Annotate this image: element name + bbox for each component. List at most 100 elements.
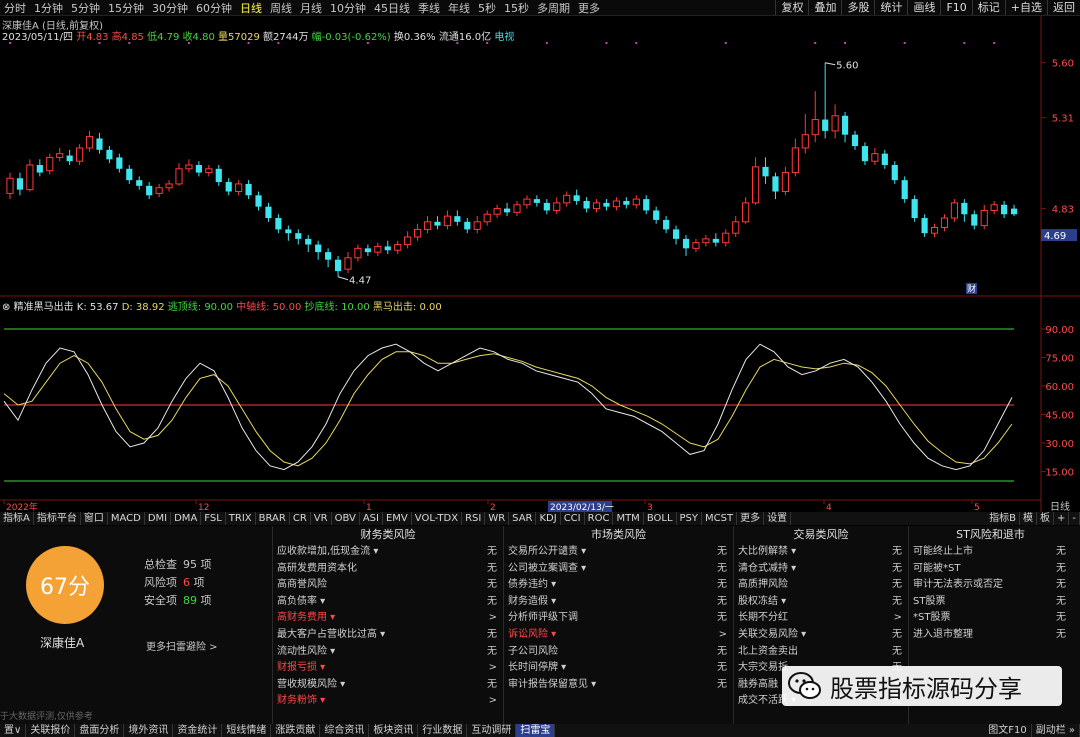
indicator-tab-17[interactable]: SAR	[509, 512, 537, 525]
risk-row[interactable]: 审计无法表示或否定 无	[909, 577, 1072, 594]
bottom-tab-5[interactable]: 短线情绪	[222, 724, 272, 737]
indicator-tab-5[interactable]: DMA	[171, 512, 202, 525]
risk-row[interactable]: 诉讼风险 ▾ >	[504, 627, 733, 644]
risk-row[interactable]: 股权冻结 ▾ 无	[734, 594, 908, 611]
risk-row[interactable]: 营收规模风险 ▾ 无	[273, 677, 503, 694]
bottom-tab-7[interactable]: 综合资讯	[320, 724, 370, 737]
indicator-tool-0[interactable]: 指标B	[986, 512, 1020, 525]
indicator-tab-4[interactable]: DMI	[145, 512, 172, 525]
bottom-tab-10[interactable]: 互动调研	[467, 724, 517, 737]
bottom-tool-0[interactable]: 图文F10	[984, 724, 1032, 737]
risk-row[interactable]: 最大客户占营收比过高 ▾ 无	[273, 627, 503, 644]
chart-tool-1[interactable]: 叠加	[808, 0, 841, 15]
indicator-name[interactable]: 精准黑马出击	[14, 302, 74, 313]
risk-row[interactable]: 可能终止上市 无	[909, 544, 1072, 561]
risk-row[interactable]: 高商誉风险 无	[273, 577, 503, 594]
indicator-tab-7[interactable]: TRIX	[226, 512, 256, 525]
indicator-tab-21[interactable]: MTM	[613, 512, 644, 525]
bottom-tab-9[interactable]: 行业数据	[418, 724, 468, 737]
indicator-tab-25[interactable]: 更多	[737, 512, 765, 525]
period-tab-15[interactable]: 多周期	[533, 0, 574, 15]
bottom-tab-4[interactable]: 资金统计	[173, 724, 223, 737]
risk-row[interactable]: 进入退市整理 无	[909, 627, 1072, 644]
indicator-tab-9[interactable]: CR	[290, 512, 311, 525]
risk-row[interactable]: 财报亏损 ▾ >	[273, 660, 503, 677]
bottom-tool-1[interactable]: 副动栏 »	[1032, 724, 1080, 737]
risk-row[interactable]: 高负债率 ▾ 无	[273, 594, 503, 611]
period-tab-8[interactable]: 月线	[296, 0, 326, 15]
indicator-tool-1[interactable]: 模	[1020, 512, 1037, 525]
risk-row[interactable]: 流动性风险 ▾ 无	[273, 644, 503, 661]
bottom-tab-3[interactable]: 境外资讯	[124, 724, 174, 737]
chart-tool-7[interactable]: +自选	[1004, 0, 1047, 15]
risk-row[interactable]: 分析师评级下调 无	[504, 610, 733, 627]
bottom-tab-1[interactable]: 关联报价	[26, 724, 76, 737]
risk-row[interactable]: 交易所公开谴责 ▾ 无	[504, 544, 733, 561]
period-tab-16[interactable]: 更多	[574, 0, 604, 15]
indicator-tool-3[interactable]: +	[1054, 512, 1070, 525]
period-tab-14[interactable]: 15秒	[500, 0, 533, 15]
chart-tool-8[interactable]: 返回	[1047, 0, 1080, 15]
period-tab-6[interactable]: 日线	[236, 0, 266, 15]
risk-row[interactable]: 清仓式减持 ▾ 无	[734, 561, 908, 578]
bottom-tab-11[interactable]: 扫雷宝	[516, 724, 556, 737]
indicator-tab-15[interactable]: RSI	[462, 512, 486, 525]
period-tab-5[interactable]: 60分钟	[192, 0, 236, 15]
bottom-tab-2[interactable]: 盘面分析	[75, 724, 125, 737]
risk-row[interactable]: 长期不分红 >	[734, 610, 908, 627]
indicator-tab-6[interactable]: FSL	[201, 512, 226, 525]
indicator-tool-4[interactable]: -	[1069, 512, 1080, 525]
risk-row[interactable]: 北上资金卖出 无	[734, 644, 908, 661]
period-tab-0[interactable]: 分时	[0, 0, 30, 15]
indicator-tab-24[interactable]: MCST	[702, 512, 738, 525]
risk-row[interactable]: 应收款增加,低现金流 ▾ 无	[273, 544, 503, 561]
indicator-tab-20[interactable]: ROC	[585, 512, 614, 525]
risk-row[interactable]: 财务粉饰 ▾ >	[273, 693, 503, 710]
period-tab-3[interactable]: 15分钟	[104, 0, 148, 15]
indicator-tab-26[interactable]: 设置	[764, 512, 792, 525]
indicator-tab-13[interactable]: EMV	[383, 512, 412, 525]
more-risk-link[interactable]: 更多扫雷避险 >	[146, 638, 218, 653]
period-tab-4[interactable]: 30分钟	[148, 0, 192, 15]
indicator-tab-2[interactable]: 窗口	[81, 512, 108, 525]
risk-row[interactable]: 高研发费用资本化 无	[273, 561, 503, 578]
risk-row[interactable]: 财务造假 ▾ 无	[504, 594, 733, 611]
indicator-tab-12[interactable]: ASI	[360, 512, 383, 525]
period-tab-10[interactable]: 45日线	[370, 0, 414, 15]
chart-area[interactable]: 5.60 5.31 4.83 4.69 5.60 4.47 财 90.00 75.00 60.00…	[0, 0, 1080, 512]
period-tab-9[interactable]: 10分钟	[326, 0, 370, 15]
chart-tool-2[interactable]: 多股	[841, 0, 874, 15]
indicator-tab-18[interactable]: KDJ	[536, 512, 561, 525]
indicator-tab-16[interactable]: WR	[485, 512, 510, 525]
risk-row[interactable]: ST股票 无	[909, 594, 1072, 611]
chart-tool-4[interactable]: 画线	[907, 0, 940, 15]
indicator-tab-11[interactable]: OBV	[332, 512, 360, 525]
indicator-tab-22[interactable]: BOLL	[644, 512, 677, 525]
risk-row[interactable]: 大比例解禁 ▾ 无	[734, 544, 908, 561]
indicator-tab-19[interactable]: CCI	[561, 512, 585, 525]
risk-row[interactable]: 高质押风险 无	[734, 577, 908, 594]
period-tab-7[interactable]: 周线	[266, 0, 296, 15]
risk-row[interactable]: 债券违约 ▾ 无	[504, 577, 733, 594]
chart-tool-0[interactable]: 复权	[775, 0, 808, 15]
risk-row[interactable]: 公司被立案调查 ▾ 无	[504, 561, 733, 578]
period-tab-2[interactable]: 5分钟	[67, 0, 104, 15]
indicator-tab-23[interactable]: PSY	[677, 512, 703, 525]
risk-row[interactable]: 长时间停牌 ▾ 无	[504, 660, 733, 677]
indicator-tab-8[interactable]: BRAR	[256, 512, 290, 525]
risk-row[interactable]: *ST股票 无	[909, 610, 1072, 627]
indicator-tool-2[interactable]: 板	[1037, 512, 1054, 525]
risk-row[interactable]: 可能被*ST 无	[909, 561, 1072, 578]
collapse-icon[interactable]: ⊗	[2, 302, 10, 313]
period-tab-1[interactable]: 1分钟	[30, 0, 67, 15]
chart-tool-6[interactable]: 标记	[971, 0, 1005, 15]
indicator-tab-10[interactable]: VR	[311, 512, 332, 525]
indicator-tab-1[interactable]: 指标平台	[34, 512, 81, 525]
bottom-tab-0[interactable]: 置∨	[0, 724, 27, 737]
bottom-tab-6[interactable]: 涨跌贡献	[271, 724, 321, 737]
risk-row[interactable]: 高财务费用 ▾ >	[273, 610, 503, 627]
risk-row[interactable]: 子公司风险 无	[504, 644, 733, 661]
risk-row[interactable]: 审计报告保留意见 ▾ 无	[504, 677, 733, 694]
chart-tool-3[interactable]: 统计	[874, 0, 907, 15]
indicator-tab-0[interactable]: 指标A	[0, 512, 34, 525]
